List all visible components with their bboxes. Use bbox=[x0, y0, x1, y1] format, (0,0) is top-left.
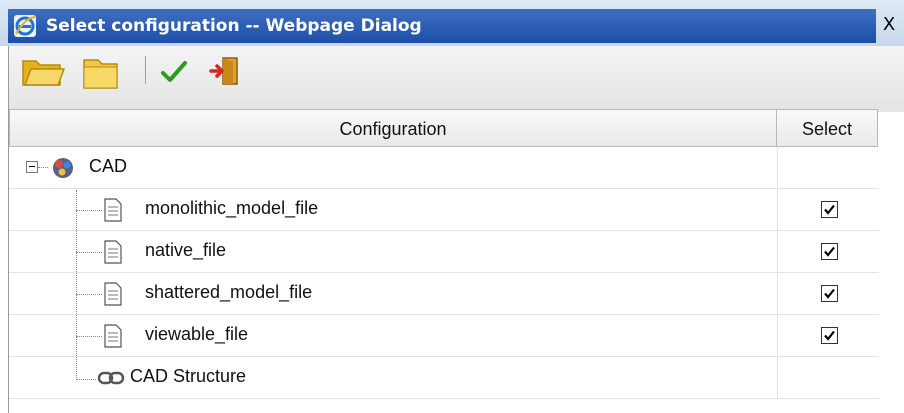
column-header-configuration[interactable]: Configuration bbox=[9, 109, 777, 147]
exit-door-icon bbox=[209, 57, 238, 85]
window-titlebar: Select configuration -- Webpage Dialog X bbox=[0, 0, 904, 46]
column-header-select[interactable]: Select bbox=[776, 109, 878, 147]
toolbar bbox=[8, 46, 904, 112]
internet-explorer-icon bbox=[13, 14, 37, 38]
close-icon: X bbox=[882, 14, 896, 35]
document-icon bbox=[103, 324, 123, 353]
select-cell bbox=[777, 273, 879, 314]
tree-node-label: viewable_file bbox=[145, 324, 249, 344]
select-checkbox[interactable] bbox=[821, 201, 838, 218]
tree-node-label: monolithic_model_file bbox=[145, 198, 319, 218]
open-folder-icon bbox=[22, 60, 66, 86]
dialog-title: Select configuration -- Webpage Dialog bbox=[46, 16, 422, 36]
tree-row-cad[interactable]: CAD bbox=[9, 147, 879, 189]
select-checkbox[interactable] bbox=[821, 243, 838, 260]
ok-button[interactable] bbox=[161, 60, 187, 89]
tree-connector bbox=[76, 336, 102, 337]
select-checkbox[interactable] bbox=[821, 327, 838, 344]
document-icon bbox=[103, 282, 123, 311]
checkmark-icon bbox=[824, 288, 835, 299]
select-cell bbox=[777, 147, 879, 188]
tree-row[interactable]: viewable_file bbox=[9, 315, 879, 357]
cad-assembly-icon bbox=[50, 155, 76, 186]
configuration-grid: Configuration Select CAD monolithic_mode… bbox=[8, 109, 879, 413]
close-button[interactable]: X bbox=[878, 14, 900, 38]
tree-row[interactable]: shattered_model_file bbox=[9, 273, 879, 315]
tree-node-label: shattered_model_file bbox=[145, 282, 313, 302]
document-icon bbox=[103, 198, 123, 227]
tree-connector bbox=[76, 294, 102, 295]
exit-button[interactable] bbox=[209, 56, 241, 91]
tree-row[interactable]: monolithic_model_file bbox=[9, 189, 879, 231]
select-checkbox[interactable] bbox=[821, 285, 838, 302]
checkmark-icon bbox=[824, 330, 835, 341]
tree-node-label: CAD bbox=[89, 156, 128, 176]
document-icon bbox=[103, 240, 123, 269]
checkmark-icon bbox=[824, 204, 835, 215]
chain-link-icon bbox=[97, 368, 125, 393]
select-cell bbox=[777, 315, 879, 356]
folder-icon bbox=[83, 59, 118, 89]
select-cell bbox=[777, 189, 879, 230]
tree-connector bbox=[76, 379, 96, 380]
open-folder-button[interactable] bbox=[21, 55, 66, 94]
toolbar-separator bbox=[145, 56, 146, 84]
tree-row[interactable]: CAD Structure bbox=[9, 357, 879, 399]
collapse-toggle[interactable] bbox=[26, 161, 38, 173]
tree-node-label: native_file bbox=[145, 240, 227, 260]
checkmark-icon bbox=[161, 61, 187, 82]
select-cell bbox=[777, 357, 879, 398]
tree-connector bbox=[76, 210, 102, 211]
new-folder-button[interactable] bbox=[81, 54, 121, 95]
tree-connector bbox=[38, 167, 48, 168]
select-cell bbox=[777, 231, 879, 272]
checkmark-icon bbox=[824, 246, 835, 257]
tree-connector bbox=[76, 252, 102, 253]
dialog-title-bar[interactable]: Select configuration -- Webpage Dialog bbox=[8, 9, 876, 43]
tree-row[interactable]: native_file bbox=[9, 231, 879, 273]
tree-node-label: CAD Structure bbox=[130, 366, 247, 386]
